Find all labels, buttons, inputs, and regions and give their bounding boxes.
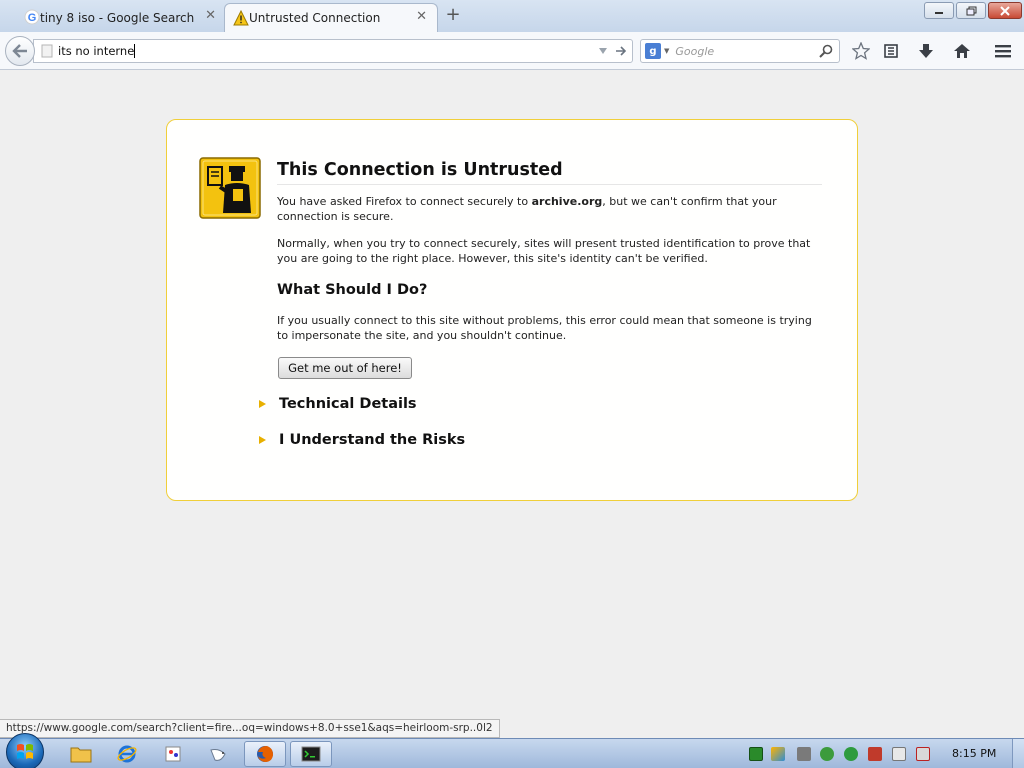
url-input[interactable]: its no interne: [58, 44, 136, 59]
taskbar-bird-app[interactable]: [198, 741, 240, 767]
bookmarks-list-icon: [884, 44, 898, 58]
cmd-icon: [301, 746, 321, 762]
bookmark-star-button[interactable]: [851, 41, 871, 61]
tray-app-green-icon[interactable]: [749, 747, 763, 761]
taskbar-paint[interactable]: [152, 741, 194, 767]
download-arrow-icon: [919, 44, 933, 58]
start-button[interactable]: [6, 733, 44, 768]
site-identity-icon[interactable]: [40, 44, 54, 58]
close-window-button[interactable]: [988, 2, 1022, 19]
status-link-preview: https://www.google.com/search?client=fir…: [0, 719, 500, 738]
chevron-down-icon[interactable]: ▼: [664, 47, 669, 55]
restore-button[interactable]: [956, 2, 986, 19]
tab-label: tiny 8 iso - Google Search: [40, 10, 195, 25]
show-desktop-button[interactable]: [1012, 739, 1024, 768]
close-tab-icon[interactable]: ✕: [416, 9, 427, 24]
warning-icon: [233, 10, 249, 26]
tab-label: Untrusted Connection: [249, 11, 381, 25]
tab-untrusted-connection[interactable]: Untrusted Connection ✕: [224, 3, 438, 32]
home-icon: [954, 44, 970, 58]
intro-paragraph: You have asked Firefox to connect secure…: [277, 195, 777, 223]
untrusted-connection-panel: This Connection is Untrusted You have as…: [166, 119, 858, 501]
tray-app-colorful-icon[interactable]: [771, 747, 785, 761]
bookmarks-menu-button[interactable]: [881, 41, 901, 61]
url-bar[interactable]: its no interne: [33, 39, 633, 63]
back-button[interactable]: [5, 36, 35, 66]
navigation-toolbar: its no interne g ▼ Google: [0, 32, 1024, 70]
tray-security-icon[interactable]: [797, 747, 811, 761]
url-history-dropdown-icon[interactable]: [598, 46, 608, 56]
svg-text:G: G: [28, 12, 37, 24]
windows-taskbar: 8:15 PM: [0, 733, 1024, 768]
expand-triangle-icon: [259, 436, 266, 444]
certificate-officer-icon: [199, 157, 261, 219]
advice-paragraph: If you usually connect to this site with…: [277, 314, 812, 342]
explorer-icon: [70, 747, 92, 763]
windows-logo-icon: [17, 744, 33, 759]
taskbar-cmd[interactable]: [290, 741, 332, 767]
close-icon: [1000, 5, 1010, 16]
expand-triangle-icon: [259, 400, 266, 408]
downloads-button[interactable]: [916, 41, 936, 61]
minimize-icon: [935, 11, 943, 14]
technical-details-expander[interactable]: Technical Details: [259, 396, 417, 412]
tray-app-red-icon[interactable]: [868, 747, 882, 761]
taskbar-explorer[interactable]: [60, 741, 102, 767]
tray-play-icon[interactable]: [844, 747, 858, 761]
bird-icon: [210, 749, 226, 761]
minimize-button[interactable]: [924, 2, 954, 19]
go-arrow-icon[interactable]: [615, 45, 627, 57]
back-arrow-icon: [12, 44, 27, 58]
tray-network-icon[interactable]: [892, 747, 906, 761]
hamburger-menu-icon: [995, 45, 1011, 58]
taskbar-internet-explorer[interactable]: [106, 741, 148, 767]
google-plus-icon[interactable]: g: [645, 43, 661, 59]
tab-google-search[interactable]: G tiny 8 iso - Google Search ✕: [16, 3, 226, 32]
what-should-i-do-heading: What Should I Do?: [277, 282, 428, 298]
tray-shield-icon[interactable]: [820, 747, 834, 761]
star-icon: [852, 42, 870, 60]
site-hostname: archive.org: [531, 195, 603, 208]
search-bar[interactable]: g ▼ Google: [640, 39, 840, 63]
explanation-paragraph: Normally, when you try to connect secure…: [277, 237, 811, 265]
firefox-icon: [257, 746, 273, 762]
understand-risks-label: I Understand the Risks: [279, 432, 466, 448]
page-title: This Connection is Untrusted: [277, 160, 822, 185]
tray-volume-muted-icon[interactable]: [916, 747, 930, 761]
menu-button[interactable]: [993, 41, 1013, 61]
close-tab-icon[interactable]: ✕: [205, 8, 216, 23]
text-caret: [134, 44, 136, 59]
tab-strip: G tiny 8 iso - Google Search ✕ Untrusted…: [0, 0, 1024, 32]
paint-icon: [165, 746, 181, 762]
taskbar-clock[interactable]: 8:15 PM: [952, 747, 996, 760]
search-input[interactable]: Google: [675, 45, 819, 58]
internet-explorer-icon: [117, 745, 137, 763]
home-button[interactable]: [952, 41, 972, 61]
get-me-out-button[interactable]: Get me out of here!: [278, 357, 412, 379]
new-tab-button[interactable]: +: [444, 5, 462, 25]
understand-risks-expander[interactable]: I Understand the Risks: [259, 432, 465, 448]
technical-details-label: Technical Details: [279, 396, 417, 412]
search-icon[interactable]: [819, 44, 833, 58]
window-controls: [924, 2, 1022, 19]
taskbar-firefox[interactable]: [244, 741, 286, 767]
google-icon: G: [24, 9, 40, 25]
restore-icon: [966, 6, 976, 15]
